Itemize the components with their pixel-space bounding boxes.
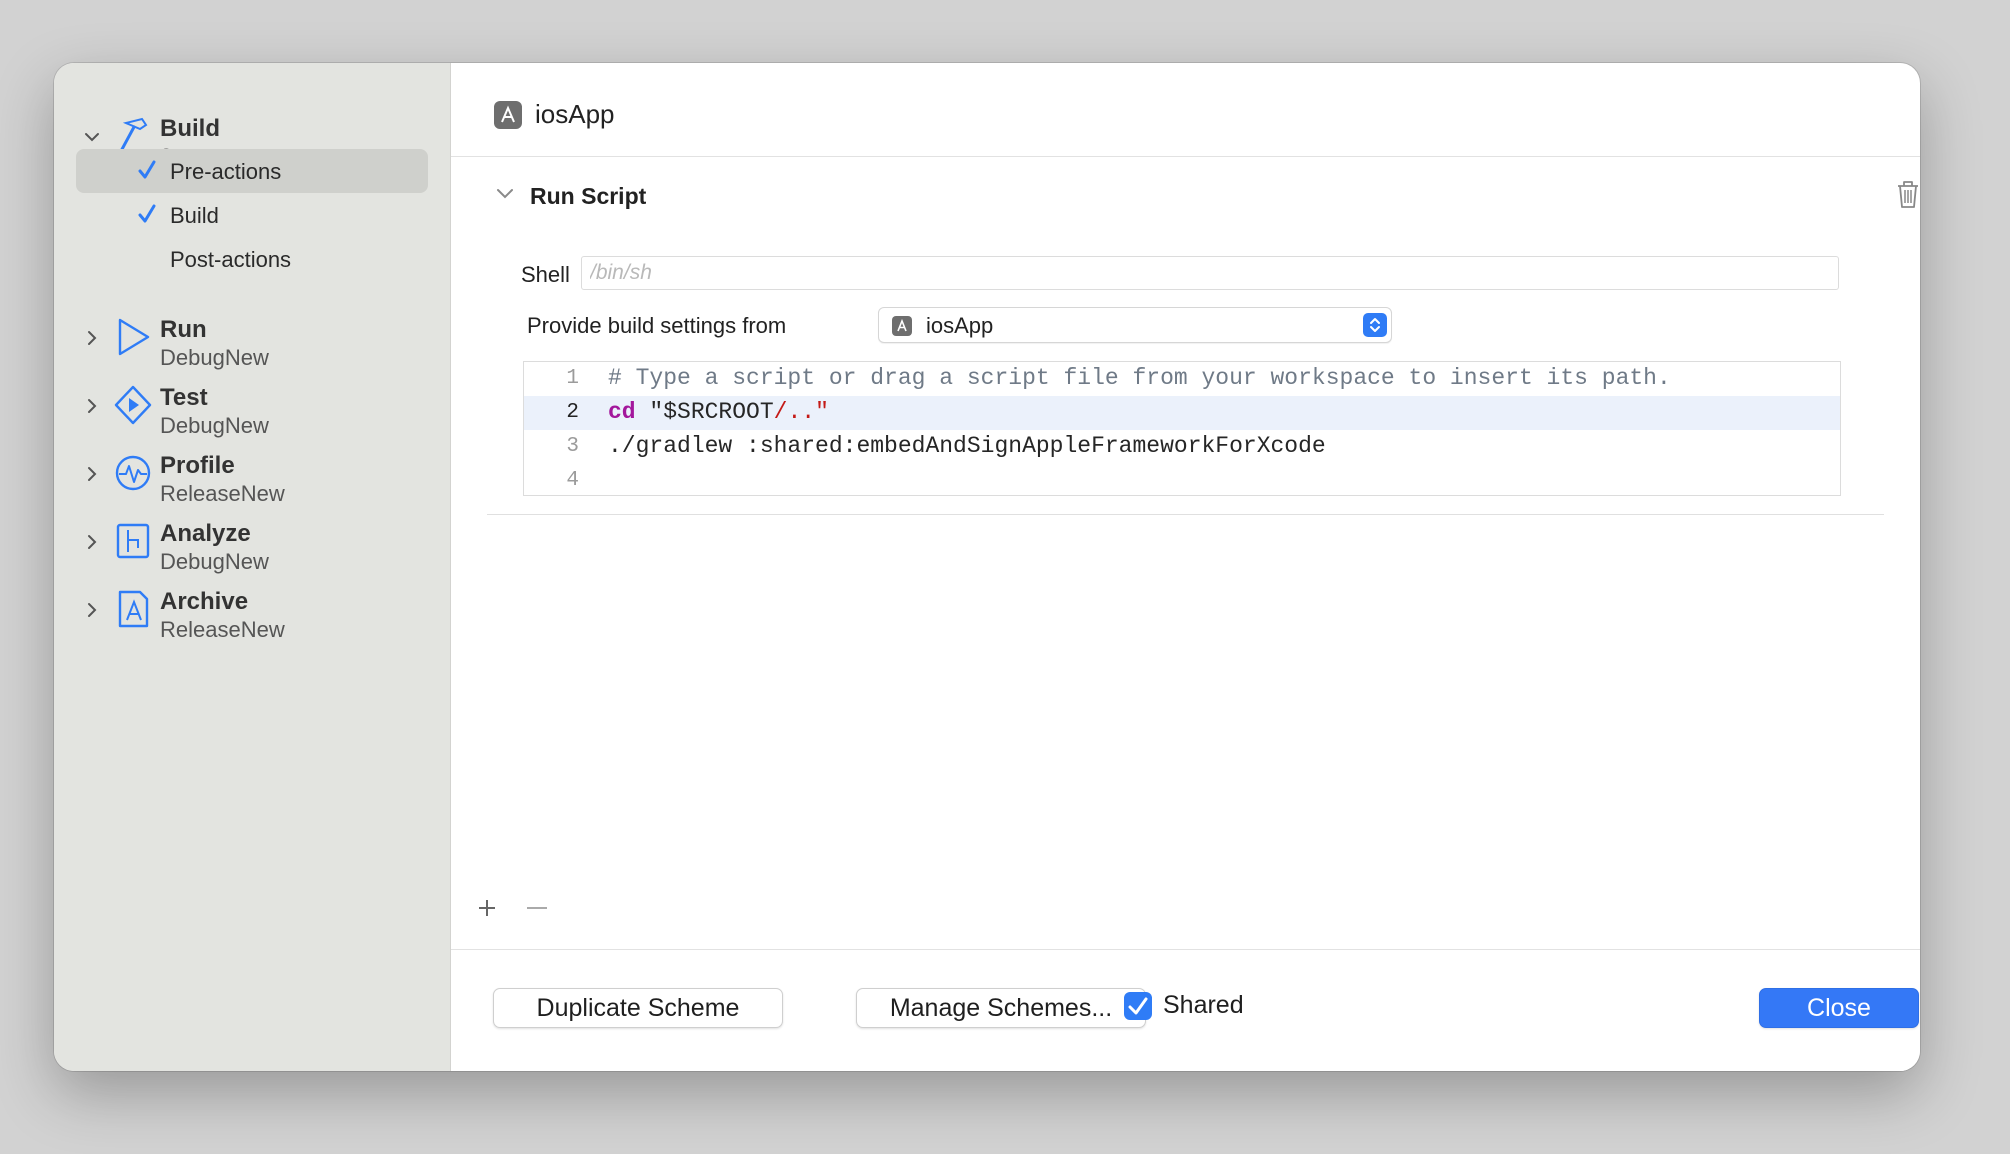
- sidebar-group-subtitle: ReleaseNew: [160, 481, 285, 506]
- section-divider: [487, 514, 1884, 515]
- sidebar-group-subtitle: DebugNew: [160, 549, 269, 574]
- script-editor[interactable]: 1 # Type a script or drag a script file …: [523, 361, 1841, 496]
- sidebar-group-title: Archive: [160, 588, 249, 615]
- code-line: 1 # Type a script or drag a script file …: [524, 362, 1840, 396]
- chevron-right-icon[interactable]: [84, 330, 100, 346]
- section-title: Run Script: [530, 183, 647, 209]
- code-line: 3 ./gradlew :shared:embedAndSignAppleFra…: [524, 430, 1840, 464]
- sidebar-group-title: Test: [160, 384, 208, 411]
- play-icon: [118, 318, 150, 356]
- sidebar-group-analyze[interactable]: Analyze DebugNew: [54, 520, 450, 584]
- popup-value: iosApp: [926, 313, 994, 338]
- sidebar-group-subtitle: DebugNew: [160, 413, 269, 438]
- scheme-editor-window: Build 2 targets Pre-actions Build Post-a…: [54, 63, 1920, 1071]
- code-string-path: /..: [773, 399, 816, 425]
- sidebar-item-pre-actions[interactable]: Pre-actions: [76, 149, 428, 193]
- line-number: 4: [566, 469, 579, 492]
- line-number: 3: [566, 435, 579, 458]
- sidebar-group-subtitle: ReleaseNew: [160, 617, 285, 642]
- checkmark-icon: [138, 160, 156, 179]
- shell-label: Shell: [521, 262, 570, 287]
- sidebar-group-title: Run: [160, 316, 207, 343]
- main-pane: iosApp Run Script Shell Provide build se…: [451, 63, 1920, 1071]
- manage-schemes-button[interactable]: Manage Schemes...: [856, 988, 1146, 1028]
- sidebar-group-archive[interactable]: Archive ReleaseNew: [54, 588, 450, 652]
- checkmark-icon: [138, 204, 156, 223]
- profile-waveform-icon: [115, 455, 151, 491]
- build-settings-popup[interactable]: iosApp: [878, 307, 1392, 343]
- sidebar-item-label: Post-actions: [170, 247, 292, 272]
- page-title: iosApp: [535, 99, 615, 129]
- line-number: 1: [566, 367, 579, 390]
- sidebar: Build 2 targets Pre-actions Build Post-a…: [54, 63, 451, 1071]
- sidebar-group-subtitle: DebugNew: [160, 345, 269, 370]
- code-text: # Type a script or drag a script file fr…: [608, 365, 1671, 391]
- footer: Duplicate Scheme Manage Schemes... Share…: [451, 949, 1920, 1071]
- code-text: cd "$SRCROOT/..": [608, 399, 829, 425]
- popup-stepper-icon: [1363, 313, 1387, 337]
- checkmark-icon: [1128, 997, 1148, 1015]
- chevron-right-icon[interactable]: [84, 466, 100, 482]
- app-target-icon: [494, 101, 522, 129]
- code-line-current: 2 cd "$SRCROOT/..": [524, 396, 1840, 430]
- close-button[interactable]: Close: [1759, 988, 1919, 1028]
- sidebar-item-build[interactable]: Build: [76, 193, 428, 237]
- provide-build-settings-label: Provide build settings from: [527, 313, 787, 338]
- archive-appstore-icon: [118, 590, 149, 628]
- duplicate-scheme-button[interactable]: Duplicate Scheme: [493, 988, 783, 1028]
- main-header: iosApp: [451, 63, 1920, 157]
- chevron-right-icon[interactable]: [84, 398, 100, 414]
- code-keyword: cd: [608, 399, 636, 425]
- sidebar-group-test[interactable]: Test DebugNew: [54, 384, 450, 448]
- shared-checkbox[interactable]: [1124, 992, 1152, 1020]
- trash-icon[interactable]: [1895, 179, 1920, 209]
- sidebar-group-profile[interactable]: Profile ReleaseNew: [54, 452, 450, 516]
- add-action-button[interactable]: [476, 897, 498, 919]
- sidebar-item-label: Pre-actions: [170, 159, 282, 184]
- app-target-icon: [892, 316, 912, 336]
- chevron-down-icon[interactable]: [495, 187, 515, 201]
- test-diamond-icon: [114, 385, 152, 425]
- code-string-open: "$SRCROOT: [649, 399, 774, 425]
- chevron-right-icon[interactable]: [84, 534, 100, 550]
- sidebar-item-post-actions[interactable]: Post-actions: [76, 237, 428, 281]
- sidebar-group-title: Analyze: [160, 520, 251, 547]
- analyze-icon: [116, 523, 150, 559]
- remove-action-button[interactable]: [525, 897, 547, 919]
- sidebar-group-run[interactable]: Run DebugNew: [54, 316, 450, 380]
- sidebar-group-title: Profile: [160, 452, 235, 479]
- shared-label: Shared: [1163, 991, 1244, 1019]
- code-string-close: ": [815, 399, 829, 425]
- shell-input[interactable]: [581, 256, 1839, 290]
- code-text: ./gradlew :shared:embedAndSignAppleFrame…: [608, 433, 1326, 459]
- chevron-right-icon[interactable]: [84, 602, 100, 618]
- line-number: 2: [566, 401, 579, 424]
- sidebar-item-label: Build: [170, 203, 219, 228]
- sidebar-group-title: Build: [160, 115, 220, 142]
- code-line: 4: [524, 464, 1840, 498]
- chevron-down-icon[interactable]: [84, 129, 100, 145]
